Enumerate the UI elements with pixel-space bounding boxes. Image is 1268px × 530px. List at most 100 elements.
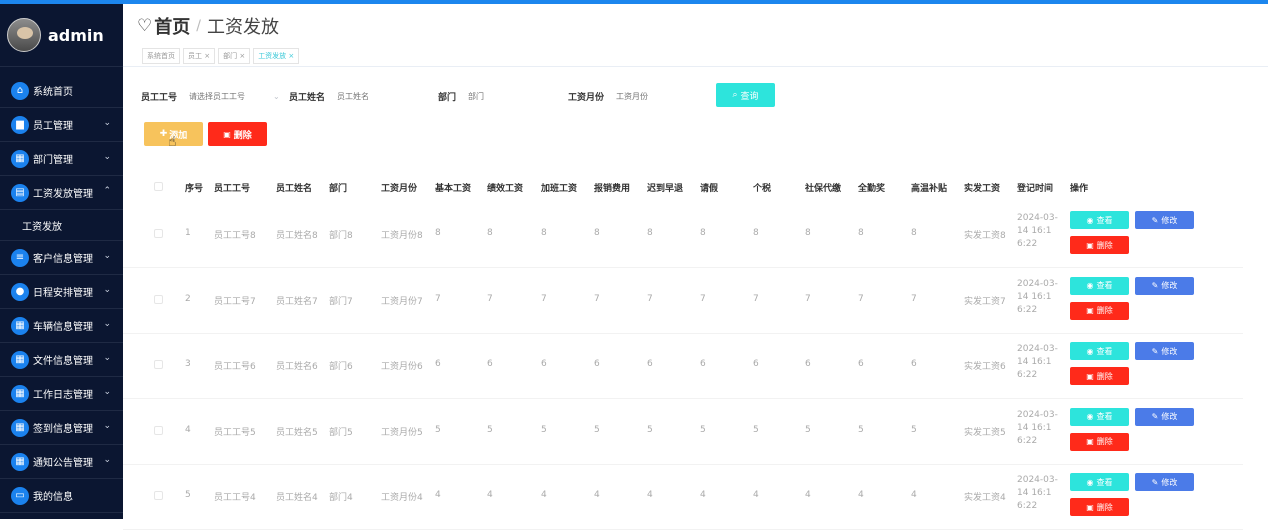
- delete-button[interactable]: ▣ 删除: [1070, 498, 1129, 516]
- column-header: 员工姓名: [276, 184, 313, 194]
- view-button[interactable]: ◉ 查看: [1070, 407, 1129, 426]
- table-cell: 8: [911, 228, 917, 238]
- tab-home[interactable]: 系统首页: [142, 48, 180, 64]
- column-header: 实发工资: [964, 184, 1001, 194]
- tab-salary[interactable]: 工资发放 ×: [253, 48, 300, 64]
- table-cell: 4: [805, 490, 811, 500]
- chevron-down-icon[interactable]: ⌄: [273, 92, 280, 101]
- chevron-down-icon: ⌄: [103, 421, 111, 431]
- sidebar-item-label: 工作日志管理: [33, 390, 93, 401]
- table-cell: 5: [487, 424, 493, 435]
- sidebar-item[interactable]: ▦ 部门管理 ⌄: [0, 142, 123, 176]
- sidebar-item[interactable]: ⌂ 系统首页: [0, 74, 123, 108]
- heart-icon: ♡: [137, 16, 153, 36]
- table-cell: 部门7: [329, 296, 353, 307]
- sidebar-item-label: 签到信息管理: [33, 424, 93, 435]
- table-cell: 工资月份4: [381, 493, 423, 503]
- delete-button-label: 删除: [1096, 502, 1113, 512]
- sidebar-item[interactable]: ▦ 通知公告管理 ⌄: [0, 445, 123, 479]
- sidebar-item[interactable]: ▆ 员工管理 ⌄: [0, 108, 123, 142]
- query-label: 查询: [740, 91, 759, 102]
- table-header: 序号 员工工号 员工姓名 部门 工资月份 基本工资 绩效工资 加班工资 报销费用 迟到早退 请假 个税…: [123, 179, 1243, 195]
- sidebar-item[interactable]: ▦ 文件信息管理 ⌄: [0, 343, 123, 377]
- column-header: 全勤奖: [858, 184, 886, 194]
- edit-button[interactable]: ✎ 修改: [1135, 342, 1194, 360]
- table-cell: 5: [858, 424, 864, 435]
- emp-name-input[interactable]: [337, 89, 428, 103]
- table-cell: 3: [185, 359, 191, 369]
- sidebar-item-label: 客户信息管理: [33, 254, 93, 265]
- view-button[interactable]: ◉ 查看: [1070, 211, 1129, 229]
- row-checkbox[interactable]: [154, 491, 163, 500]
- edit-button[interactable]: ✎ 修改: [1135, 473, 1194, 491]
- table-cell: 7: [753, 293, 759, 304]
- edit-button-label: 修改: [1161, 346, 1178, 356]
- column-header: 基本工资: [435, 184, 472, 194]
- table-cell: 部门5: [329, 427, 353, 438]
- avatar[interactable]: [7, 18, 41, 52]
- table-cell: 员工姓名6: [276, 362, 318, 372]
- edit-button[interactable]: ✎ 修改: [1135, 211, 1194, 229]
- delete-button[interactable]: ▣ 删除: [1070, 367, 1129, 385]
- sidebar-item[interactable]: ▦ 工作日志管理 ⌄: [0, 377, 123, 411]
- table-cell: 5: [185, 490, 191, 500]
- sidebar-item[interactable]: ▤ 工资发放管理 ⌃: [0, 176, 123, 210]
- row-checkbox[interactable]: [154, 294, 163, 304]
- sidebar-item[interactable]: ▦ 签到信息管理 ⌄: [0, 411, 123, 445]
- sidebar-item[interactable]: ● 日程安排管理 ⌄: [0, 275, 123, 309]
- view-button[interactable]: ◉ 查看: [1070, 342, 1129, 360]
- edit-icon: ✎: [1151, 477, 1159, 487]
- table-cell: 4: [700, 490, 706, 500]
- view-button[interactable]: ◉ 查看: [1070, 276, 1129, 295]
- chevron-down-icon: ⌄: [103, 152, 111, 162]
- registered-time: 2024-03-14 16:16:22: [1017, 213, 1058, 249]
- chevron-down-icon: ⌄: [103, 455, 111, 465]
- tab-employee[interactable]: 员工 ×: [183, 48, 216, 64]
- grid-icon: ▦: [11, 316, 29, 335]
- edit-icon: ✎: [1151, 412, 1159, 421]
- sidebar-subitem-salary[interactable]: 工资发放: [0, 210, 123, 241]
- chevron-down-icon: ⌄: [103, 319, 111, 329]
- table-cell: 6: [753, 359, 759, 369]
- dept-input[interactable]: [468, 89, 559, 103]
- sidebar-item[interactable]: ≡ 客户信息管理 ⌄: [0, 241, 123, 275]
- chevron-down-icon: ⌄: [103, 251, 111, 261]
- column-header: 操作: [1070, 184, 1089, 194]
- edit-button[interactable]: ✎ 修改: [1135, 276, 1194, 295]
- sidebar-item-label: 日程安排管理: [33, 288, 93, 299]
- sidebar-item-label: 车辆信息管理: [33, 322, 93, 333]
- view-button[interactable]: ◉ 查看: [1070, 473, 1129, 491]
- search-emp-name: 员工姓名: [289, 89, 428, 103]
- batch-delete-button[interactable]: ▣ 删除: [208, 122, 267, 146]
- folder-icon: ▆: [11, 115, 29, 134]
- registered-time: 2024-03-14 16:16:22: [1017, 278, 1058, 315]
- sidebar-item-label: 员工管理: [33, 121, 73, 132]
- card-icon: ▭: [11, 486, 29, 505]
- emp-no-select[interactable]: [189, 89, 270, 103]
- query-button[interactable]: ⌕ 查询: [716, 83, 775, 107]
- breadcrumb-current: 工资发放: [206, 17, 279, 38]
- table-cell: 5: [647, 424, 653, 435]
- column-header: 工资月份: [381, 184, 418, 194]
- edit-button[interactable]: ✎ 修改: [1135, 407, 1194, 426]
- row-checkbox[interactable]: [154, 425, 163, 435]
- row-checkbox[interactable]: [154, 360, 163, 369]
- column-header: 高温补贴: [911, 184, 948, 194]
- table-cell: 6: [858, 359, 864, 369]
- delete-button[interactable]: ▣ 删除: [1070, 432, 1129, 451]
- sidebar-item[interactable]: ▭ 我的信息: [0, 479, 123, 513]
- delete-button[interactable]: ▣ 删除: [1070, 236, 1129, 254]
- table-cell: 8: [487, 228, 493, 238]
- table-cell: 4: [435, 490, 441, 500]
- delete-button[interactable]: ▣ 删除: [1070, 301, 1129, 320]
- month-input[interactable]: [616, 89, 707, 103]
- sidebar-item[interactable]: ▦ 车辆信息管理 ⌄: [0, 309, 123, 343]
- table-cell: 员工工号6: [214, 362, 256, 372]
- table-cell: 5: [435, 424, 441, 435]
- tab-department[interactable]: 部门 ×: [218, 48, 251, 64]
- breadcrumb-home[interactable]: 首页: [154, 13, 190, 39]
- table-row: 1 员工工号8 员工姓名8 部门8 工资月份8 8 8 8 8 8 8 8 8 8 8 实发工资8 2024-0…: [123, 202, 1243, 268]
- table-cell: 8: [700, 228, 706, 238]
- row-checkbox[interactable]: [154, 229, 163, 238]
- select-all-checkbox[interactable]: [154, 182, 163, 191]
